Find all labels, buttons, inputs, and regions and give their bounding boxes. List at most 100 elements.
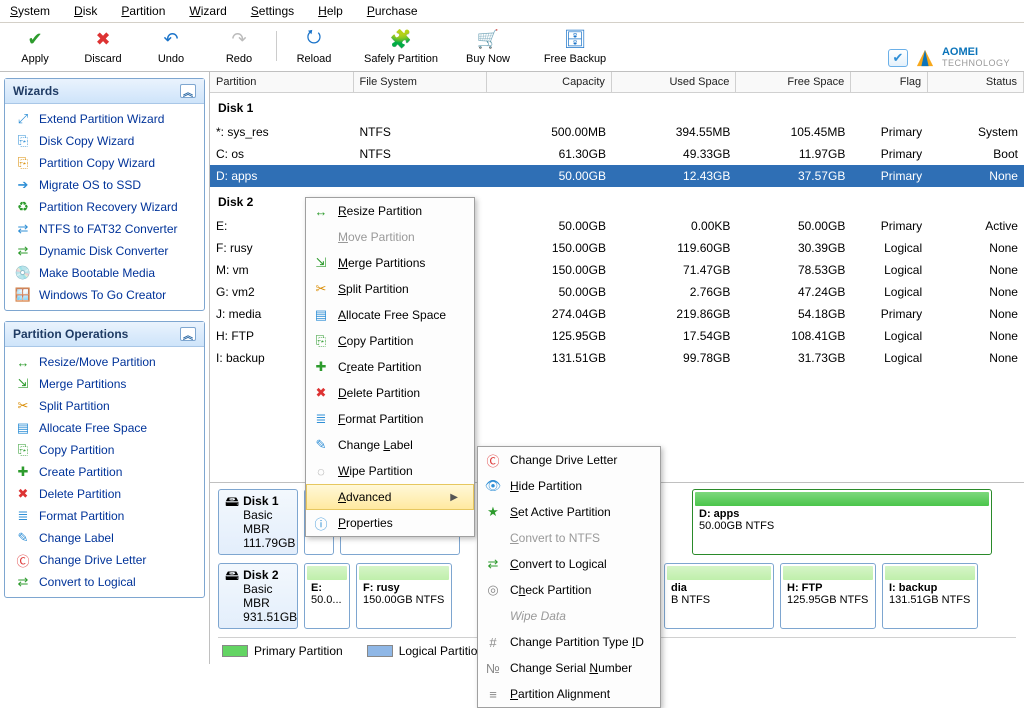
- operations-panel: Partition Operations ︽ ↔Resize/Move Part…: [4, 321, 205, 598]
- menu-icon: #: [484, 633, 502, 651]
- menu-item-resize-partition[interactable]: ↔Resize Partition: [306, 198, 474, 224]
- disk-title[interactable]: Disk 1: [210, 93, 1024, 121]
- disk-map-partition[interactable]: I: backup131.51GB NTFS: [882, 563, 978, 629]
- sidebar-item-disk-copy-wizard[interactable]: ⎘Disk Copy Wizard: [5, 130, 204, 152]
- sidebar-item-change-drive-letter[interactable]: ⒸChange Drive Letter: [5, 549, 204, 571]
- disk-map-label[interactable]: 🖴Disk 2Basic MBR931.51GB: [218, 563, 298, 629]
- ✂-icon: ✂: [15, 398, 31, 414]
- partition-row[interactable]: D: apps50.00GB12.43GB37.57GBPrimaryNone: [210, 165, 1024, 187]
- column-used-space[interactable]: Used Space: [612, 72, 736, 92]
- sidebar-item-make-bootable-media[interactable]: 💿Make Bootable Media: [5, 262, 204, 284]
- menu-help[interactable]: Help: [318, 4, 343, 18]
- disk-map-partition[interactable]: D: apps50.00GB NTFS: [692, 489, 992, 555]
- partition-context-menu[interactable]: ↔Resize PartitionMove Partition⇲Merge Pa…: [305, 197, 475, 537]
- submenu-arrow-icon: ▶: [450, 492, 458, 503]
- Ⓒ-icon: Ⓒ: [15, 552, 31, 568]
- redo-button[interactable]: ↷Redo: [214, 27, 264, 65]
- safely-partition-icon: 🧩: [389, 27, 413, 51]
- menu-disk[interactable]: Disk: [74, 4, 97, 18]
- column-capacity[interactable]: Capacity: [487, 72, 611, 92]
- menu-item-delete-partition[interactable]: ✖Delete Partition: [306, 380, 474, 406]
- menu-settings[interactable]: Settings: [251, 4, 294, 18]
- disk-map-partition[interactable]: F: rusy150.00GB NTFS: [356, 563, 452, 629]
- menu-item-merge-partitions[interactable]: ⇲Merge Partitions: [306, 250, 474, 276]
- menu-icon: ⓘ: [312, 514, 330, 532]
- menu-item-change-serial-number[interactable]: №Change Serial Number: [478, 655, 660, 681]
- menu-item-wipe-partition[interactable]: ◌Wipe Partition: [306, 458, 474, 484]
- discard-button[interactable]: ✖Discard: [78, 27, 128, 65]
- sidebar-item-windows-to-go-creator[interactable]: 🪟Windows To Go Creator: [5, 284, 204, 306]
- menu-purchase[interactable]: Purchase: [367, 4, 418, 18]
- sidebar-item-split-partition[interactable]: ✂Split Partition: [5, 395, 204, 417]
- ➔-icon: ➔: [15, 177, 31, 193]
- menu-item-split-partition[interactable]: ✂Split Partition: [306, 276, 474, 302]
- menu-item-format-partition[interactable]: ≣Format Partition: [306, 406, 474, 432]
- operations-header[interactable]: Partition Operations ︽: [5, 322, 204, 347]
- reload-button[interactable]: ⭮Reload: [289, 27, 339, 65]
- sidebar-item-change-label[interactable]: ✎Change Label: [5, 527, 204, 549]
- menu-icon: ◎: [484, 581, 502, 599]
- menu-icon: [312, 228, 330, 246]
- undo-button[interactable]: ↶Undo: [146, 27, 196, 65]
- collapse-icon[interactable]: ︽: [180, 327, 196, 341]
- sidebar-item-format-partition[interactable]: ≣Format Partition: [5, 505, 204, 527]
- column-flag[interactable]: Flag: [851, 72, 928, 92]
- collapse-icon[interactable]: ︽: [180, 84, 196, 98]
- sidebar-item-delete-partition[interactable]: ✖Delete Partition: [5, 483, 204, 505]
- menu-item-hide-partition[interactable]: 👁Hide Partition: [478, 473, 660, 499]
- menu-item-change-drive-letter[interactable]: ⒸChange Drive Letter: [478, 447, 660, 473]
- menu-item-convert-to-logical[interactable]: ⇄Convert to Logical: [478, 551, 660, 577]
- menu-icon: [484, 607, 502, 625]
- menu-item-partition-alignment[interactable]: ≡Partition Alignment: [478, 681, 660, 707]
- free-backup-button[interactable]: 🗄Free Backup: [531, 27, 619, 65]
- ↔-icon: ↔: [15, 354, 31, 370]
- menu-wizard[interactable]: Wizard: [189, 4, 226, 18]
- ⇄-icon: ⇄: [15, 574, 31, 590]
- menu-icon: ≣: [312, 410, 330, 428]
- menu-item-create-partition[interactable]: ✚Create Partition: [306, 354, 474, 380]
- disk-map-label[interactable]: 🖴Disk 1Basic MBR111.79GB: [218, 489, 298, 555]
- menu-item-allocate-free-space[interactable]: ▤Allocate Free Space: [306, 302, 474, 328]
- menu-item-copy-partition[interactable]: ⎘Copy Partition: [306, 328, 474, 354]
- disk-map-partition[interactable]: E:50.0...: [304, 563, 350, 629]
- sidebar-item-create-partition[interactable]: ✚Create Partition: [5, 461, 204, 483]
- apply-button[interactable]: ✔Apply: [10, 27, 60, 65]
- disk-map-partition[interactable]: H: FTP125.95GB NTFS: [780, 563, 876, 629]
- sidebar-item-extend-partition-wizard[interactable]: ⤢Extend Partition Wizard: [5, 108, 204, 130]
- sidebar-item-dynamic-disk-converter[interactable]: ⇄Dynamic Disk Converter: [5, 240, 204, 262]
- menu-item-check-partition[interactable]: ◎Check Partition: [478, 577, 660, 603]
- sidebar-item-ntfs-to-fat32-converter[interactable]: ⇄NTFS to FAT32 Converter: [5, 218, 204, 240]
- disk-map-partition[interactable]: diaB NTFS: [664, 563, 774, 629]
- sidebar-item-convert-to-logical[interactable]: ⇄Convert to Logical: [5, 571, 204, 593]
- sidebar-item-resize-move-partition[interactable]: ↔Resize/Move Partition: [5, 351, 204, 373]
- menu-partition[interactable]: Partition: [121, 4, 165, 18]
- menu-item-properties[interactable]: ⓘProperties: [306, 510, 474, 536]
- column-status[interactable]: Status: [928, 72, 1024, 92]
- menu-system[interactable]: System: [10, 4, 50, 18]
- safely-partition-button[interactable]: 🧩Safely Partition: [357, 27, 445, 65]
- ✚-icon: ✚: [15, 464, 31, 480]
- advanced-submenu[interactable]: ⒸChange Drive Letter👁Hide Partition★Set …: [477, 446, 661, 708]
- sidebar-item-partition-copy-wizard[interactable]: ⎘Partition Copy Wizard: [5, 152, 204, 174]
- sidebar-item-allocate-free-space[interactable]: ▤Allocate Free Space: [5, 417, 204, 439]
- menu-item-set-active-partition[interactable]: ★Set Active Partition: [478, 499, 660, 525]
- partition-row[interactable]: C: osNTFS61.30GB49.33GB11.97GBPrimaryBoo…: [210, 143, 1024, 165]
- column-file-system[interactable]: File System: [354, 72, 488, 92]
- sidebar-item-migrate-os-to-ssd[interactable]: ➔Migrate OS to SSD: [5, 174, 204, 196]
- wizards-header[interactable]: Wizards ︽: [5, 79, 204, 104]
- partition-row[interactable]: *: sys_resNTFS500.00MB394.55MB105.45MBPr…: [210, 121, 1024, 143]
- column-partition[interactable]: Partition: [210, 72, 354, 92]
- sidebar-item-partition-recovery-wizard[interactable]: ♻Partition Recovery Wizard: [5, 196, 204, 218]
- menu-item-change-partition-type-id[interactable]: #Change Partition Type ID: [478, 629, 660, 655]
- ≣-icon: ≣: [15, 508, 31, 524]
- sidebar-item-merge-partitions[interactable]: ⇲Merge Partitions: [5, 373, 204, 395]
- menu-item-change-label[interactable]: ✎Change Label: [306, 432, 474, 458]
- reload-icon: ⭮: [302, 27, 326, 51]
- notifications-icon[interactable]: ✔: [888, 49, 908, 67]
- free-backup-icon: 🗄: [563, 27, 587, 51]
- menu-icon: ◌: [312, 462, 330, 480]
- column-free-space[interactable]: Free Space: [736, 72, 851, 92]
- buy-now-button[interactable]: 🛒Buy Now: [463, 27, 513, 65]
- sidebar-item-copy-partition[interactable]: ⎘Copy Partition: [5, 439, 204, 461]
- menu-item-advanced[interactable]: Advanced▶: [306, 484, 474, 510]
